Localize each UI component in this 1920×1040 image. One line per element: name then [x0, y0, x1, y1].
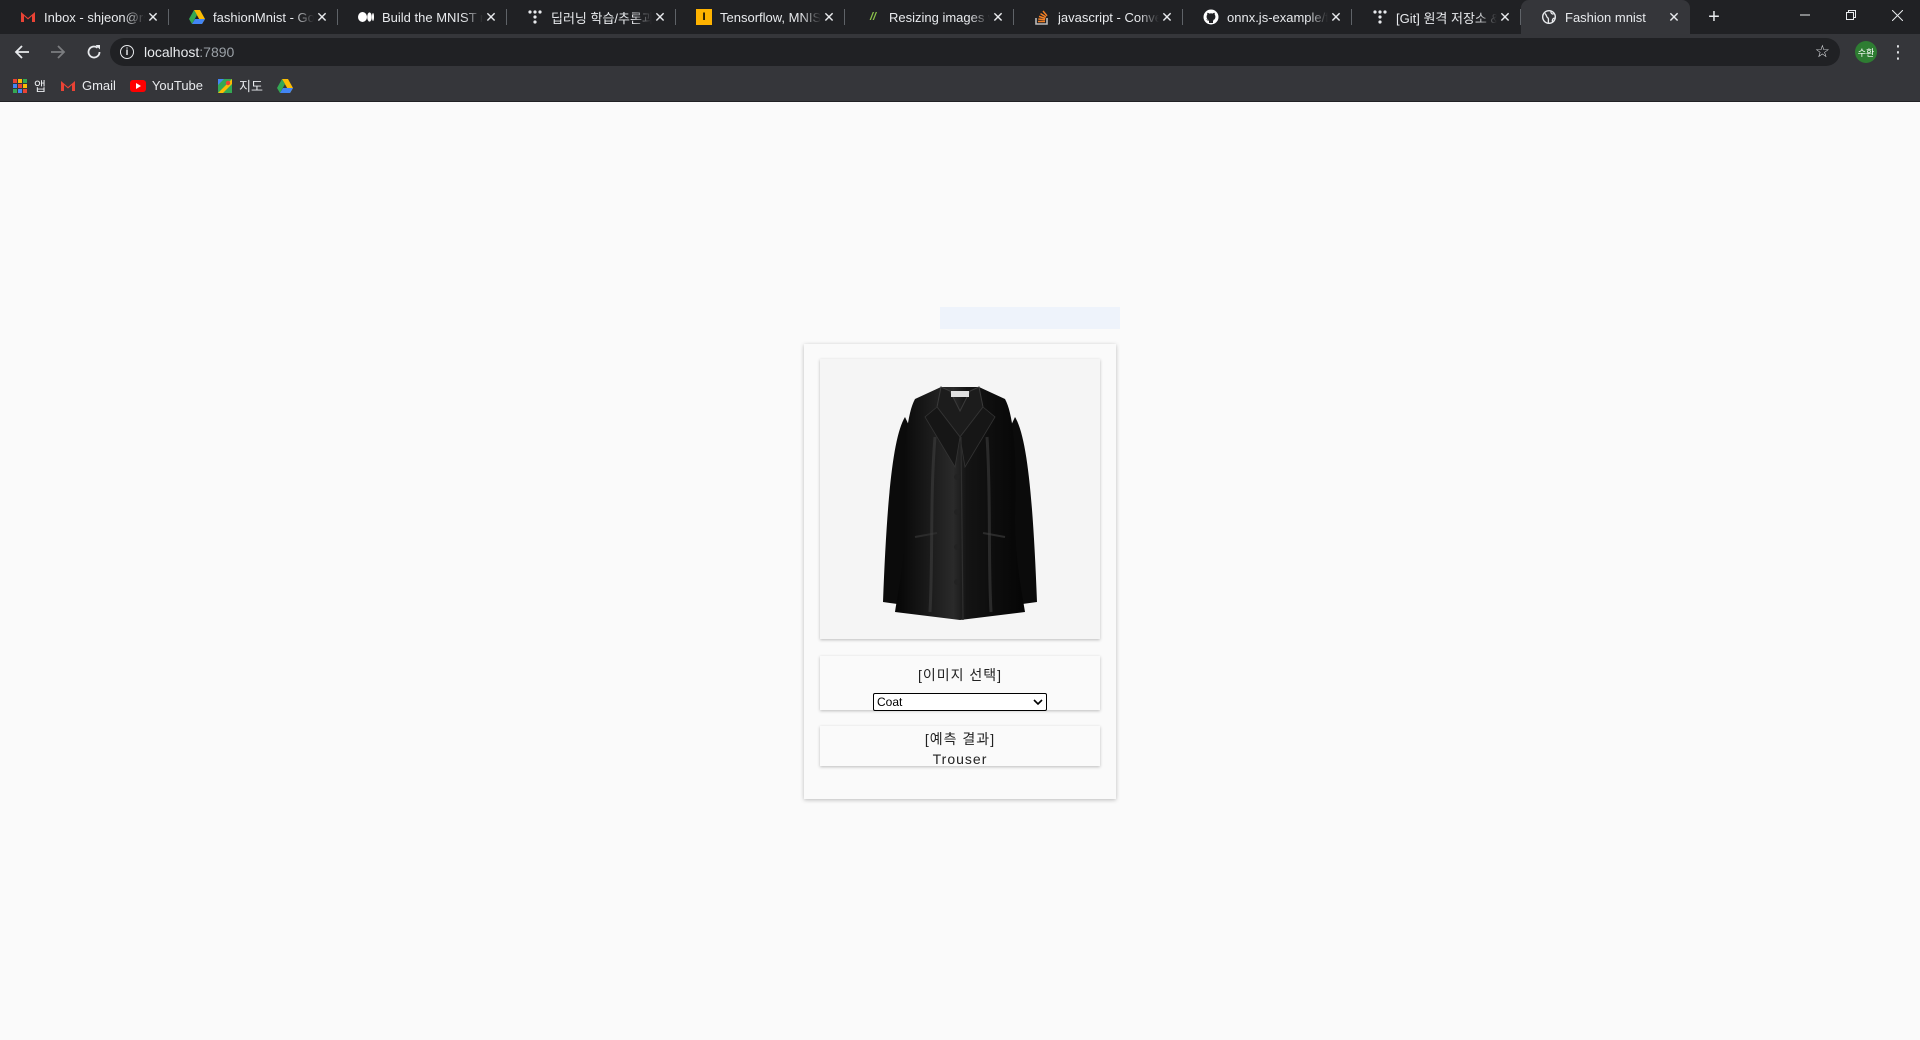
bookmark-youtube[interactable]: YouTube	[129, 78, 204, 94]
close-icon[interactable]: ✕	[483, 9, 499, 25]
tab-title: Fashion mnist	[1565, 9, 1646, 25]
close-icon[interactable]: ✕	[1328, 9, 1344, 25]
back-icon[interactable]	[6, 36, 38, 68]
tab-strip: Inbox - shjeon@rsu ✕ fashionMnist - Goo …	[0, 0, 1920, 34]
tab-tistory-2[interactable]: [Git] 원격 저장소 & ✕	[1352, 0, 1521, 34]
tensorflow-icon: I	[696, 9, 712, 25]
globe-icon	[1541, 9, 1557, 25]
url-port: :7890	[199, 44, 235, 60]
new-tab-button[interactable]: +	[1700, 3, 1728, 31]
url-host: localhost	[144, 44, 200, 60]
tab-google-drive[interactable]: fashionMnist - Goo ✕	[169, 0, 338, 34]
tab-tistory-1[interactable]: 딥러닝 학습/추론과 ✕	[507, 0, 676, 34]
tistory-icon	[1372, 9, 1388, 25]
select-heading: [이미지 선택]	[917, 667, 1003, 683]
tab-title: [Git] 원격 저장소 &	[1396, 10, 1497, 26]
gmail-icon	[20, 9, 36, 25]
profile-avatar[interactable]: 수환	[1855, 41, 1877, 63]
tab-stackoverflow[interactable]: javascript - Conver ✕	[1014, 0, 1183, 34]
selected-option: Coat	[877, 695, 903, 709]
google-drive-icon	[189, 9, 205, 25]
tab-title: onnx.js-example/fa	[1227, 9, 1328, 25]
tab-title: Resizing images wi	[889, 9, 990, 25]
google-drive-icon	[276, 78, 293, 94]
tab-github[interactable]: onnx.js-example/fa ✕	[1183, 0, 1352, 34]
forward-icon[interactable]	[42, 36, 74, 68]
image-preview	[820, 359, 1100, 639]
close-window-icon[interactable]	[1874, 0, 1920, 30]
image-select-dropdown[interactable]: Coat	[873, 693, 1047, 711]
maps-icon	[217, 78, 233, 94]
apps-icon	[12, 78, 28, 94]
image-select-panel: [이미지 선택] Coat	[820, 656, 1100, 711]
tab-title: 딥러닝 학습/추론과	[551, 10, 652, 26]
gmail-icon	[60, 78, 76, 94]
close-icon[interactable]: ✕	[1159, 9, 1175, 25]
prediction-value: Trouser	[932, 751, 988, 767]
tab-fashion-mnist[interactable]: Fashion mnist ✕	[1521, 0, 1690, 34]
reload-icon[interactable]	[78, 36, 110, 68]
close-icon[interactable]: ✕	[314, 9, 330, 25]
tab-title: javascript - Conver	[1058, 9, 1159, 25]
close-icon[interactable]: ✕	[145, 9, 161, 25]
main-card: [이미지 선택] Coat [예측 결과] Trouser	[804, 344, 1116, 799]
youtube-icon	[129, 78, 146, 94]
close-icon[interactable]: ✕	[1497, 9, 1513, 25]
tab-title: Tensorflow, MNIST	[720, 9, 821, 25]
bookmark-apps[interactable]: 앱	[12, 76, 46, 95]
bookmark-label: Gmail	[81, 78, 116, 93]
bookmark-maps[interactable]: 지도	[217, 76, 263, 95]
bookmark-google-drive[interactable]	[276, 78, 299, 94]
faded-overlay-toolbar	[940, 307, 1120, 329]
bookmark-label: YouTube	[151, 78, 204, 93]
bookmark-label: 지도	[239, 79, 263, 94]
info-icon[interactable]: i	[120, 45, 134, 59]
github-icon	[1203, 9, 1219, 25]
slash-icon: //	[869, 11, 877, 23]
more-menu-icon[interactable]: ⋮	[1888, 40, 1908, 64]
tab-medium[interactable]: Build the MNIST m ✕	[338, 0, 507, 34]
tab-resizing-images[interactable]: // Resizing images wi ✕	[845, 0, 1014, 34]
prediction-result-panel: [예측 결과] Trouser	[820, 726, 1100, 767]
result-heading: [예측 결과]	[924, 731, 996, 747]
tistory-icon	[527, 9, 543, 25]
window-controls	[1782, 0, 1920, 30]
close-icon[interactable]: ✕	[1666, 9, 1682, 25]
restore-icon[interactable]	[1828, 0, 1874, 30]
coat-image	[883, 385, 1037, 620]
bookmark-label: 앱	[34, 79, 46, 94]
medium-icon	[358, 9, 374, 25]
bookmark-gmail[interactable]: Gmail	[60, 78, 116, 94]
tab-gmail[interactable]: Inbox - shjeon@rsu ✕	[0, 0, 169, 34]
tab-title: Inbox - shjeon@rsu	[44, 9, 145, 25]
address-bar[interactable]: i localhost:7890 ☆	[110, 38, 1840, 66]
bookmarks-bar: 앱 Gmail YouTube 지도	[0, 70, 1920, 102]
tab-list: Inbox - shjeon@rsu ✕ fashionMnist - Goo …	[0, 0, 1690, 34]
browser-toolbar: i localhost:7890 ☆ 수환 ⋮	[0, 34, 1920, 70]
chevron-down-icon	[1033, 697, 1043, 708]
tab-title: Build the MNIST m	[382, 9, 483, 25]
stackoverflow-icon	[1034, 9, 1050, 25]
close-icon[interactable]: ✕	[652, 9, 668, 25]
bookmark-star-icon[interactable]: ☆	[1815, 42, 1830, 62]
minimize-icon[interactable]	[1782, 0, 1828, 30]
tab-tensorflow[interactable]: I Tensorflow, MNIST ✕	[676, 0, 845, 34]
close-icon[interactable]: ✕	[990, 9, 1006, 25]
tab-title: fashionMnist - Goo	[213, 9, 314, 25]
close-icon[interactable]: ✕	[821, 9, 837, 25]
